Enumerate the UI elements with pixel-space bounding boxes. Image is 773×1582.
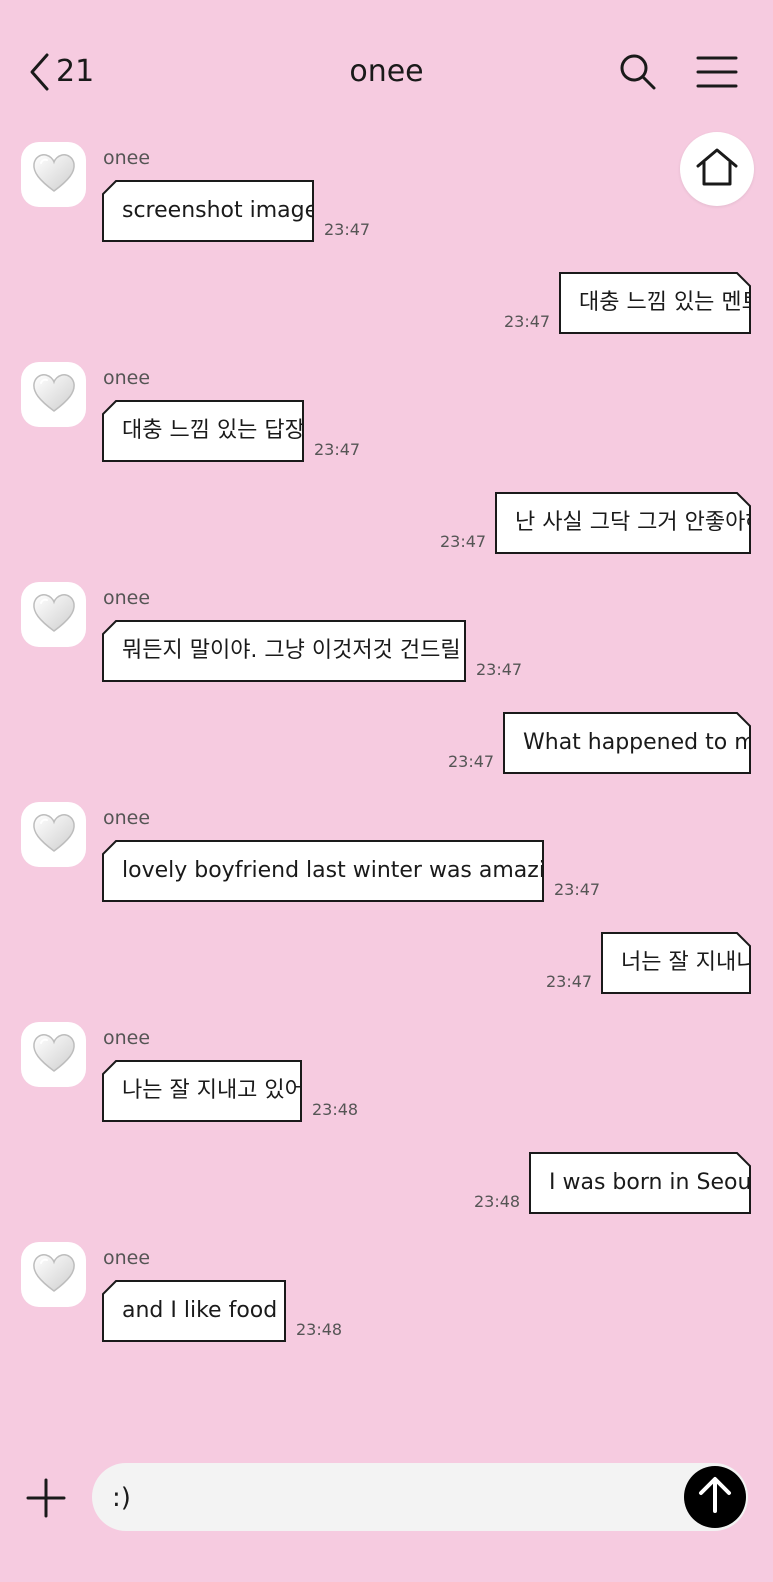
bubble-corner	[102, 180, 118, 196]
message-bubble[interactable]: 난 사실 그닥 그거 안좋아해	[495, 492, 751, 554]
timestamp: 23:47	[476, 660, 523, 679]
timestamp: 23:48	[312, 1100, 359, 1119]
timestamp: 23:47	[448, 752, 495, 771]
bubble-corner	[102, 400, 118, 416]
bubble-corner	[735, 932, 751, 948]
timestamp: 23:48	[296, 1320, 343, 1339]
timestamp: 23:48	[474, 1192, 521, 1211]
search-icon	[618, 54, 658, 96]
timestamp: 23:47	[314, 440, 361, 459]
timestamp: 23:47	[504, 312, 551, 331]
message-bubble[interactable]: screenshot image	[102, 180, 314, 242]
message-bubble[interactable]: 대충 느낌 있는 답장	[102, 400, 304, 462]
avatar[interactable]	[21, 1022, 86, 1087]
bubble-corner	[735, 1152, 751, 1168]
attach-button[interactable]	[26, 1478, 66, 1518]
message-bubble[interactable]: What happened to my	[503, 712, 751, 774]
bubble-corner	[735, 272, 751, 288]
timestamp: 23:47	[554, 880, 601, 899]
avatar[interactable]	[21, 802, 86, 867]
bubble-corner	[102, 840, 118, 856]
timestamp: 23:47	[324, 220, 371, 239]
message-bubble[interactable]: lovely boyfriend last winter was amazing	[102, 840, 544, 902]
sender-name: onee	[103, 807, 151, 829]
bubble-corner	[102, 1060, 118, 1076]
message-bubble[interactable]: 뭐든지 말이야. 그냥 이것저것 건드릴 뿐.	[102, 620, 466, 682]
message-bubble[interactable]: I was born in Seoul	[529, 1152, 751, 1214]
timestamp: 23:47	[440, 532, 487, 551]
heart-icon	[31, 152, 77, 198]
avatar[interactable]	[21, 582, 86, 647]
sender-name: onee	[103, 1247, 151, 1269]
message-input[interactable]	[110, 1463, 674, 1533]
home-button[interactable]	[680, 132, 754, 206]
heart-icon	[31, 1252, 77, 1298]
message-bubble[interactable]: and I like food	[102, 1280, 286, 1342]
avatar[interactable]	[21, 142, 86, 207]
arrow-up-icon	[697, 1476, 733, 1518]
sender-name: onee	[103, 1027, 151, 1049]
heart-icon	[31, 812, 77, 858]
send-button[interactable]	[684, 1466, 746, 1528]
heart-icon	[31, 592, 77, 638]
message-input-container	[92, 1463, 748, 1533]
message-bubble[interactable]: 나는 잘 지내고 있어	[102, 1060, 302, 1122]
home-icon	[695, 147, 739, 191]
chat-header: 21 onee	[0, 0, 773, 140]
bubble-corner	[102, 620, 118, 636]
sender-name: onee	[103, 147, 151, 169]
plus-icon	[26, 1478, 66, 1522]
hamburger-menu-icon	[696, 56, 738, 94]
timestamp: 23:47	[546, 972, 593, 991]
sender-name: onee	[103, 367, 151, 389]
bubble-corner	[102, 1280, 118, 1296]
message-bubble[interactable]: 너는 잘 지내니	[601, 932, 751, 994]
message-bubble[interactable]: 대충 느낌 있는 멘트	[559, 272, 751, 334]
bubble-corner	[735, 492, 751, 508]
avatar[interactable]	[21, 362, 86, 427]
menu-button[interactable]	[696, 54, 738, 90]
bubble-corner	[735, 712, 751, 728]
heart-icon	[31, 372, 77, 418]
sender-name: onee	[103, 587, 151, 609]
search-button[interactable]	[618, 52, 658, 92]
heart-icon	[31, 1032, 77, 1078]
avatar[interactable]	[21, 1242, 86, 1307]
